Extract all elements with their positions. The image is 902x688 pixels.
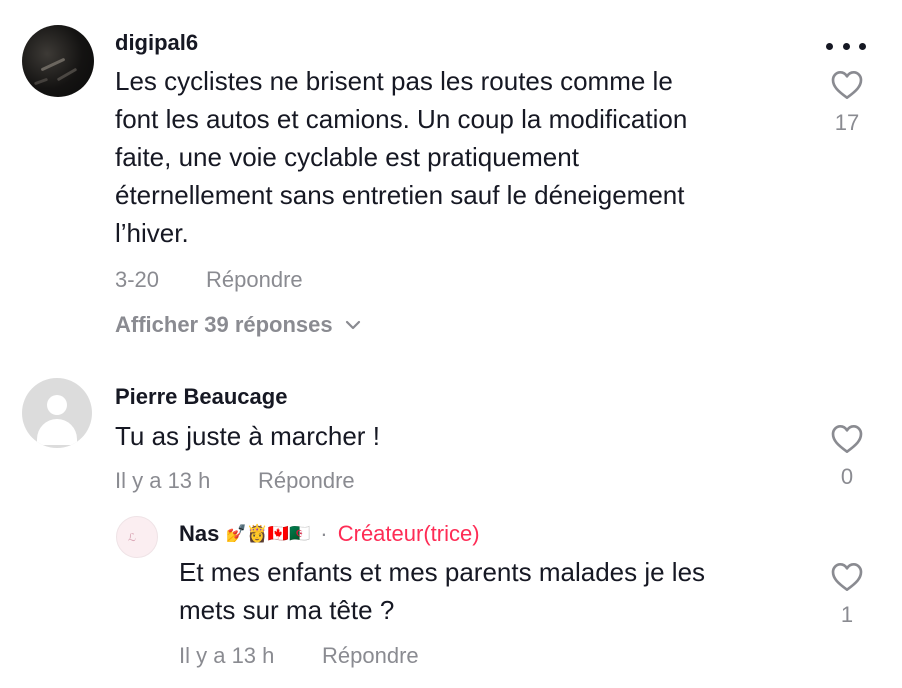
- reply-text: Et mes enfants et mes parents malades je…: [179, 553, 799, 629]
- comment-text-line: faite, une voie cyclable est pratiquemen…: [115, 142, 579, 172]
- username-emojis: 💅👸🇨🇦🇩🇿: [225, 524, 311, 543]
- view-replies-label: Afficher 39 réponses: [115, 312, 333, 337]
- heart-icon: [831, 71, 863, 99]
- reply-date: Il y a 13 h: [179, 643, 275, 668]
- comment-text-line: l’hiver.: [115, 218, 189, 248]
- comment-username[interactable]: Pierre Beaucage: [115, 384, 287, 410]
- creator-avatar[interactable]: ℒ: [116, 516, 158, 558]
- like-count: 1: [840, 602, 854, 627]
- reply-header: Nas 💅👸🇨🇦🇩🇿 · Créateur(trice): [179, 521, 480, 547]
- like-button[interactable]: 17: [827, 70, 867, 136]
- user-avatar[interactable]: [22, 378, 92, 448]
- comment-date: Il y a 13 h: [115, 468, 211, 493]
- creator-badge: Créateur(trice): [337, 521, 480, 546]
- heart-icon: [831, 425, 863, 453]
- like-button[interactable]: 0: [827, 424, 867, 490]
- like-button[interactable]: 1: [827, 562, 867, 628]
- user-avatar[interactable]: [22, 25, 94, 97]
- reply-text-line: Et mes enfants et mes parents malades je…: [179, 557, 706, 587]
- reply-username[interactable]: Nas: [179, 521, 219, 546]
- reply-text-line: mets sur ma tête ?: [179, 595, 395, 625]
- comment-text-line: font les autos et camions. Un coup la mo…: [115, 104, 688, 134]
- comment-date: 3-20: [115, 267, 160, 292]
- reply-button[interactable]: Répondre: [258, 468, 355, 494]
- heart-icon: [831, 563, 863, 592]
- like-count: 17: [834, 110, 860, 135]
- comment-text-line: Les cyclistes ne brisent pas les routes …: [115, 66, 673, 96]
- reply-button[interactable]: Répondre: [206, 267, 303, 293]
- more-dots-icon[interactable]: [826, 38, 866, 54]
- reply-button[interactable]: Répondre: [322, 643, 419, 669]
- like-count: 0: [840, 464, 854, 489]
- comment-text: Les cyclistes ne brisent pas les routes …: [115, 62, 805, 252]
- avatar-logo: ℒ: [128, 532, 136, 544]
- comment-username[interactable]: digipal6: [115, 30, 198, 56]
- separator: ·: [320, 521, 328, 546]
- view-replies-button[interactable]: Afficher 39 réponses: [115, 312, 361, 338]
- chevron-down-icon: [345, 320, 360, 330]
- comment-text-line: éternellement sans entretien sauf le dén…: [115, 180, 685, 210]
- comment-text: Tu as juste à marcher !: [115, 421, 380, 451]
